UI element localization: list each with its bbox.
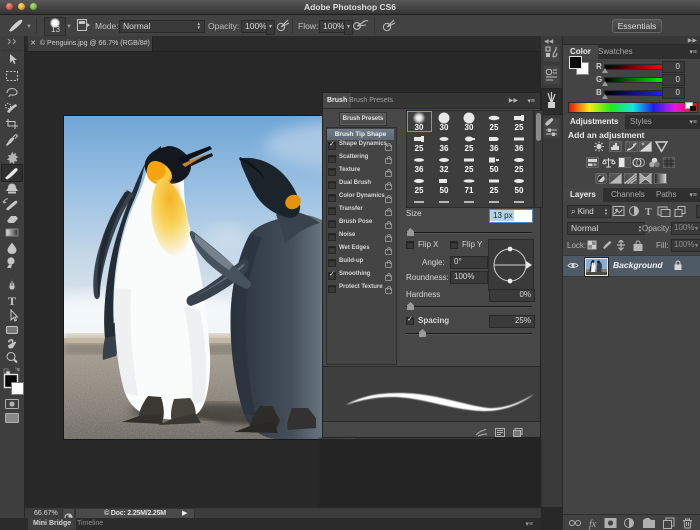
svg-text:25: 25 xyxy=(415,144,424,153)
svg-text:30: 30 xyxy=(465,123,474,132)
svg-text:36: 36 xyxy=(490,144,499,153)
svg-text:36: 36 xyxy=(515,144,524,153)
svg-text:50: 50 xyxy=(440,186,449,195)
svg-text:25: 25 xyxy=(515,123,524,132)
svg-text:25: 25 xyxy=(465,144,474,153)
svg-text:25: 25 xyxy=(415,186,424,195)
svg-text:50: 50 xyxy=(490,165,499,174)
svg-text:30: 30 xyxy=(415,123,424,132)
svg-text:36: 36 xyxy=(415,165,424,174)
svg-text:T: T xyxy=(8,294,16,308)
svg-text:50: 50 xyxy=(515,186,524,195)
svg-text:25: 25 xyxy=(515,165,524,174)
svg-text:fx: fx xyxy=(589,519,597,530)
svg-text:T: T xyxy=(645,207,652,217)
svg-text:32: 32 xyxy=(440,165,449,174)
svg-text:71: 71 xyxy=(465,186,474,195)
svg-text:25: 25 xyxy=(490,186,499,195)
svg-text:30: 30 xyxy=(440,123,449,132)
svg-text:25: 25 xyxy=(490,123,499,132)
svg-text:25: 25 xyxy=(465,165,474,174)
svg-text:36: 36 xyxy=(440,144,449,153)
